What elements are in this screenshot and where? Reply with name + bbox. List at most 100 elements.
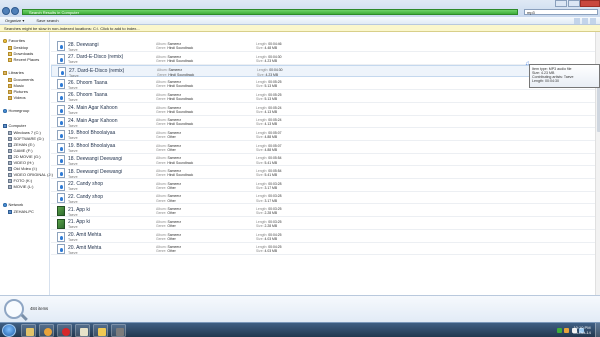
file-row[interactable]: 24. Main Agar Kahoon Taeve Album: Sameerz G… [51, 104, 600, 116]
genre-label: Genre: [156, 122, 167, 127]
preview-pane-icon[interactable] [582, 18, 588, 24]
taskbar-opera[interactable] [57, 324, 72, 337]
taskbar: 10:10 PM 08-Oct-14 [0, 322, 600, 337]
clock[interactable]: 10:10 PM 08-Oct-14 [570, 325, 594, 335]
genre-value: Other [167, 224, 176, 228]
file-row[interactable]: 22. Candy shop Taeve Album: Sameerz Genre: … [51, 180, 600, 192]
file-row[interactable]: 18. Deewangi Deewangi Taeve Album: Sameerz… [51, 154, 600, 167]
minimize-button[interactable] [555, 0, 567, 7]
drive-icon [8, 167, 12, 171]
drive-icon [8, 137, 12, 141]
help-icon[interactable] [590, 18, 596, 24]
back-button[interactable] [2, 7, 10, 15]
media-player-icon [43, 327, 52, 336]
forward-button[interactable] [11, 7, 19, 15]
folder-icon [8, 46, 12, 50]
file-row[interactable]: 27. Dard-E-Disco (remix) Taeve Album: Same… [51, 65, 600, 78]
file-artist: Taeve [68, 187, 78, 192]
address-bar[interactable]: Search Results in Computer [22, 9, 518, 15]
file-row[interactable]: 24. Main Agar Kahoon Taeve Album: Sameerz G… [51, 116, 600, 129]
genre-label: Genre: [156, 147, 167, 152]
nav-videos[interactable]: Videos [8, 95, 26, 101]
maximize-button[interactable] [567, 0, 580, 7]
nav-homegroup[interactable]: Homegroup [3, 108, 29, 114]
folder-icon [97, 327, 106, 336]
taskbar-windows-explorer[interactable] [93, 324, 108, 337]
taskbar-media-player[interactable] [39, 324, 54, 337]
file-row[interactable]: 21. App ki Taeve Album: Sameerz Genre: Othe… [51, 205, 600, 218]
nav-computer[interactable]: Computer [3, 123, 26, 129]
size-value: 4.23 MB [265, 72, 279, 77]
start-button[interactable] [2, 324, 16, 337]
file-row[interactable]: 28. Deewangi Taeve Album: Sameerz Genre: Hi… [51, 40, 600, 52]
album-genre-column: Album: Sameerz Genre: Other [156, 220, 181, 228]
file-info-tooltip: Item type: MP3 audio file Size: 4.23 MB … [529, 64, 600, 88]
genre-value: Hindi Soundtrack [167, 97, 194, 101]
change-view-icon[interactable] [574, 18, 580, 24]
file-row[interactable]: 26. Dhoom Taana Taeve Album: Sameerz Genre:… [51, 78, 600, 91]
album-genre-column: Album: Sameerz Genre: Hindi Soundtrack [156, 106, 193, 114]
index-info-bar[interactable]: Searches might be slow in non-indexed lo… [0, 25, 600, 32]
navigation-pane: Favorites Desktop Downloads Recent Place… [0, 32, 53, 295]
size-label: Size: [256, 135, 264, 140]
nav-favorites[interactable]: Favorites [3, 38, 25, 44]
star-icon [3, 39, 7, 43]
show-desktop-button[interactable] [595, 323, 600, 337]
folder-icon [25, 327, 34, 336]
size-label: Size: [256, 58, 264, 63]
file-row[interactable]: 26. Dhoom Taana Taeve Album: Sameerz Genre:… [51, 91, 600, 103]
organize-button[interactable]: Organize ▾ [5, 18, 24, 23]
file-artist: Taeve [68, 174, 78, 179]
album-genre-column: Album: Sameerz Genre: Other [156, 182, 181, 190]
length-size-column: Length: 00:03:25 Size: 2.28 MB [256, 220, 281, 228]
file-artist: Taeve [68, 238, 78, 242]
file-row[interactable]: 19. Bhool Bhoolaiyaa Taeve Album: Sameerz G… [51, 129, 600, 141]
file-row[interactable]: 27. Dard-E-Disco (remix) Taeve Album: Same… [51, 53, 600, 65]
album-genre-column: Album: Sameerz Genre: Hindi Soundtrack [156, 55, 193, 63]
file-row[interactable]: 21. App ki Taeve Album: Sameerz Genre: Othe… [51, 218, 600, 230]
nav-drive[interactable]: MOVIE (L:) [8, 184, 34, 190]
file-row[interactable]: 18. Deewangi Deewangi Taeve Album: Sameerz… [51, 167, 600, 179]
length-size-column: Length: 00:04:25 Size: 4.03 MB [256, 233, 281, 241]
save-search-button[interactable]: Save search [36, 18, 58, 23]
size-value: 5.13 MB [264, 84, 278, 89]
taskbar-paint[interactable] [75, 324, 90, 337]
size-label: Size: [256, 211, 264, 216]
file-row[interactable]: 20. Amit Mehta Taeve Album: Sameerz Genre: … [51, 231, 600, 243]
drive-icon [8, 149, 12, 153]
file-row[interactable]: 22. Candy shop Taeve Album: Sameerz Genre: … [51, 192, 600, 205]
file-row[interactable]: 19. Bhool Bhoolaiyaa Taeve Album: Sameerz G… [51, 142, 600, 154]
file-row[interactable]: 20. Amit Mehta Taeve Album: Sameerz Genre: … [51, 243, 600, 256]
length-size-column: Length: 00:05:24 Size: 4.13 MB [256, 118, 281, 126]
size-value: 4.03 MB [264, 249, 278, 254]
taskbar-explorer[interactable] [21, 324, 36, 337]
nav-network-pc[interactable]: ZEHAN-PC [8, 209, 34, 215]
folder-icon [8, 52, 12, 56]
nav-network[interactable]: Network [3, 202, 23, 208]
nav-recent-places[interactable]: Recent Places [8, 57, 39, 63]
drive-icon [8, 161, 12, 165]
file-artist: Taeve [68, 85, 78, 90]
album-genre-column: Album: Sameerz Genre: Hindi Soundtrack [156, 93, 193, 101]
size-value: 4.03 MB [264, 236, 278, 241]
search-icon [4, 299, 24, 319]
size-label: Size: [256, 109, 264, 114]
tray-icon[interactable] [564, 328, 569, 333]
mp3-file-icon [57, 244, 65, 255]
nav-label: Libraries [8, 70, 24, 75]
file-artist: Taeve [68, 111, 78, 115]
mp3-file-icon [57, 129, 65, 140]
file-artist: Taeve [68, 98, 78, 103]
size-value: 4.48 MB [264, 46, 278, 51]
size-label: Size: [256, 173, 264, 178]
file-artist: Taeve [68, 123, 78, 128]
file-artist: Taeve [68, 199, 78, 204]
close-button[interactable] [580, 0, 600, 7]
taskbar-app[interactable] [111, 324, 126, 337]
genre-value: Hindi Soundtrack [167, 84, 194, 89]
search-input[interactable]: mp3 [524, 9, 598, 15]
length-size-column: Length: 00:04:25 Size: 4.03 MB [256, 245, 281, 253]
nav-libraries[interactable]: Libraries [3, 70, 24, 76]
album-genre-column: Album: Sameerz Genre: Other [156, 194, 181, 202]
tray-icon[interactable] [556, 328, 562, 333]
